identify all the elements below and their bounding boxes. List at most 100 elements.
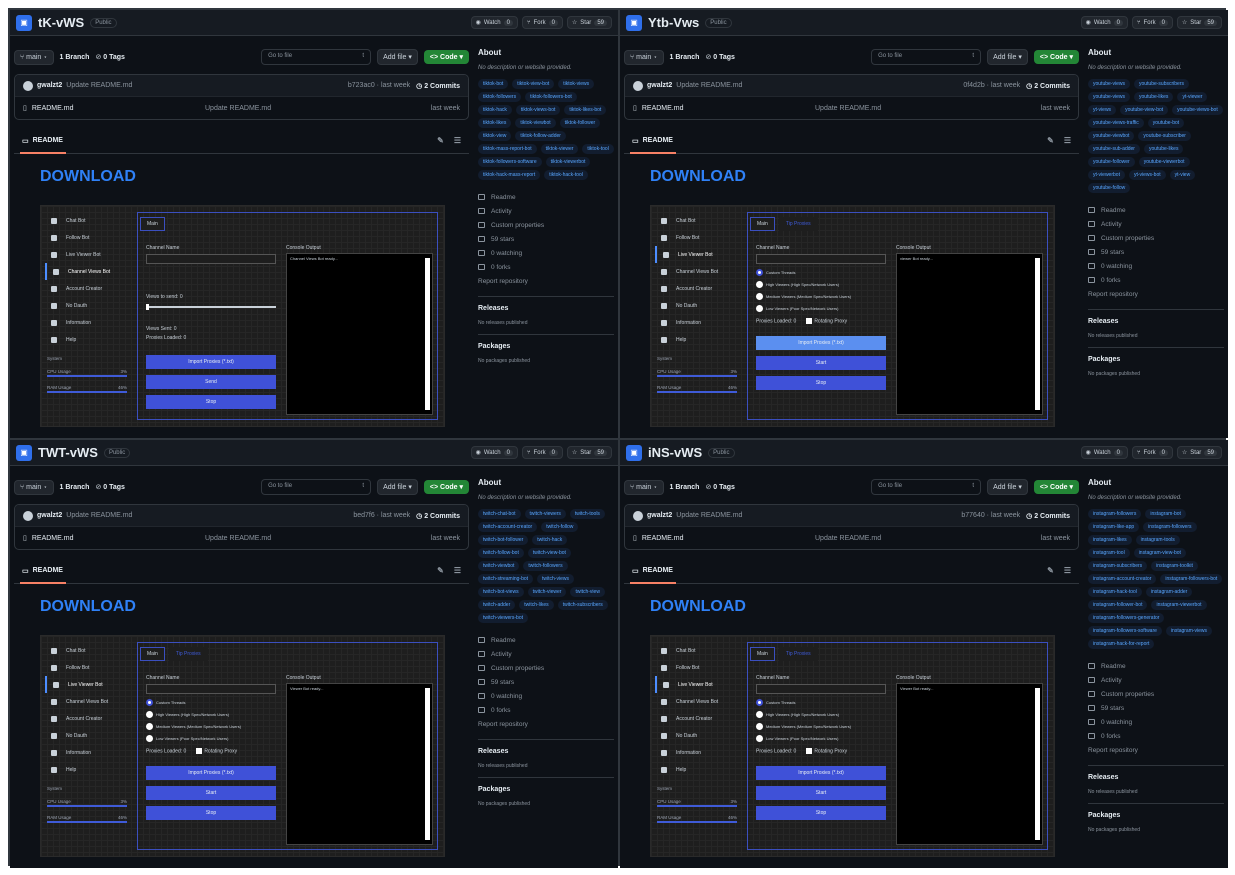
topic-tag[interactable]: tiktok-hack-mass-report	[478, 170, 541, 180]
stop-button[interactable]: Stop	[756, 376, 886, 391]
outline-icon[interactable]: ☰	[454, 566, 461, 575]
topic-tag[interactable]: instagram-subscribers	[1088, 561, 1148, 571]
topic-tag[interactable]: instagram-followers-generator	[1088, 613, 1165, 623]
radio-button[interactable]	[756, 281, 763, 288]
custom-properties-link[interactable]: Custom properties	[478, 218, 614, 232]
file-commit-message[interactable]: Update README.md	[205, 105, 271, 112]
activity-link[interactable]: Activity	[478, 647, 614, 661]
fork-button[interactable]: ⑂ Fork 0	[521, 446, 563, 459]
topic-tag[interactable]: twitch-hack	[532, 535, 568, 545]
readme-tab[interactable]: ▭ README ✎ ☰	[14, 558, 469, 584]
topic-tag[interactable]: youtube-views-traffic	[1088, 118, 1144, 128]
report-link[interactable]: Report repository	[1088, 743, 1224, 757]
tags-link[interactable]: ⊘ 0 Tags	[705, 53, 734, 61]
radio-button[interactable]	[146, 735, 153, 742]
packages-heading[interactable]: Packages	[1088, 812, 1224, 819]
topic-tag[interactable]: twitch-view	[570, 587, 605, 597]
app-nav-item[interactable]: Help	[45, 761, 131, 778]
file-name[interactable]: README.md	[32, 105, 74, 112]
topic-tag[interactable]: tiktok-views	[558, 79, 595, 89]
topic-tag[interactable]: yt-view	[1169, 170, 1196, 180]
topic-tag[interactable]: tiktok-mass-report-bot	[478, 144, 537, 154]
go-to-file-input[interactable]: Go to file t	[261, 49, 372, 65]
topic-tag[interactable]: tiktok-view-bot	[512, 79, 555, 89]
repo-name[interactable]: iNS-vWS	[648, 445, 702, 460]
thread-option[interactable]: Medium Viewers (Medium Spec/Network User…	[146, 723, 276, 730]
topic-tag[interactable]: twitch-tools	[569, 509, 605, 519]
add-file-button[interactable]: Add file ▾	[377, 479, 418, 495]
file-commit-message[interactable]: Update README.md	[815, 535, 881, 542]
topic-tag[interactable]: tiktok-views-bot	[515, 105, 561, 115]
topic-tag[interactable]: yt-views	[1088, 105, 1117, 115]
watch-button[interactable]: ◉ Watch 0	[1080, 446, 1128, 459]
tab-main[interactable]: Main	[750, 647, 775, 661]
star-button[interactable]: ☆ Star 59	[1176, 16, 1222, 29]
readme-link[interactable]: Readme	[478, 633, 614, 647]
topic-tag[interactable]: youtube-subscribers	[1133, 79, 1189, 89]
readme-tab[interactable]: ▭ README ✎ ☰	[14, 128, 469, 154]
topic-tag[interactable]: twitch-bot-views	[478, 587, 524, 597]
topic-tag[interactable]: twitch-viewers	[524, 509, 566, 519]
app-nav-item[interactable]: Account Creator	[655, 710, 741, 727]
commit-hash[interactable]: bed7f6 · last week	[353, 512, 410, 520]
topic-tag[interactable]: youtube-bot	[1147, 118, 1185, 128]
commit-hash[interactable]: b723ac0 · last week	[348, 82, 410, 90]
app-nav-item[interactable]: Help	[45, 331, 131, 348]
thread-option[interactable]: Custom Threads	[756, 699, 886, 706]
table-row[interactable]: ▯ README.md Update README.md last week	[625, 97, 1078, 119]
table-row[interactable]: ▯ README.md Update README.md last week	[15, 97, 468, 119]
channel-name-input[interactable]	[146, 684, 276, 694]
start-button[interactable]: Start	[756, 356, 886, 371]
watch-button[interactable]: ◉ Watch 0	[1080, 16, 1128, 29]
app-nav-item[interactable]: Follow Bot	[655, 659, 741, 676]
radio-button[interactable]	[756, 293, 763, 300]
commit-message[interactable]: Update README.md	[66, 512, 132, 519]
thread-option[interactable]: High Viewers (High Spec/Network Users)	[756, 711, 886, 718]
import-proxies-button[interactable]: Import Proxies (*.txt)	[756, 336, 886, 351]
file-name[interactable]: README.md	[32, 535, 74, 542]
file-commit-message[interactable]: Update README.md	[205, 535, 271, 542]
thread-option[interactable]: Low Viewers (Poor Spec/Network Users)	[756, 305, 886, 312]
code-button[interactable]: <> Code ▾	[1033, 50, 1079, 64]
app-nav-item[interactable]: Live Viewer Bot	[45, 246, 131, 263]
commit-hash[interactable]: 0f4d2b · last week	[963, 82, 1020, 90]
custom-properties-link[interactable]: Custom properties	[1088, 231, 1224, 245]
topic-tag[interactable]: instagram-account-creator	[1088, 574, 1157, 584]
branch-selector[interactable]: ⑂ main ▾	[624, 49, 664, 65]
app-nav-item[interactable]: No Dauth	[45, 727, 131, 744]
topic-tag[interactable]: instagram-hack-for-report	[1088, 639, 1155, 649]
topic-tag[interactable]: tiktok-follower	[559, 118, 601, 128]
topic-tag[interactable]: twitch-follow-bot	[478, 548, 524, 558]
topic-tag[interactable]: tiktok-likes-bot	[564, 105, 607, 115]
start-button[interactable]: Start	[756, 786, 886, 801]
app-nav-item[interactable]: Account Creator	[655, 280, 741, 297]
radio-button[interactable]	[756, 305, 763, 312]
stop-button[interactable]: Stop	[146, 806, 276, 821]
import-proxies-button[interactable]: Import Proxies (*.txt)	[146, 766, 276, 781]
stars-link[interactable]: 59 stars	[478, 675, 614, 689]
branch-selector[interactable]: ⑂ main ▾	[14, 479, 54, 495]
start-button[interactable]: Start	[146, 786, 276, 801]
topic-tag[interactable]: yt-viewer	[1177, 92, 1208, 102]
topic-tag[interactable]: instagram-bot	[1145, 509, 1186, 519]
topic-tag[interactable]: tiktok-bot	[478, 79, 509, 89]
forks-link[interactable]: 0 forks	[478, 260, 614, 274]
topic-tag[interactable]: instagram-views	[1165, 626, 1213, 636]
radio-button[interactable]	[756, 699, 763, 706]
topic-tag[interactable]: tiktok-followers	[478, 92, 522, 102]
radio-button[interactable]	[146, 723, 153, 730]
app-nav-item[interactable]: Information	[45, 744, 131, 761]
branch-selector[interactable]: ⑂ main ▾	[14, 49, 54, 65]
star-button[interactable]: ☆ Star 59	[566, 16, 612, 29]
topic-tag[interactable]: instagram-followers-bot	[1160, 574, 1223, 584]
topic-tag[interactable]: twitch-bot-follower	[478, 535, 529, 545]
custom-properties-link[interactable]: Custom properties	[478, 661, 614, 675]
topic-tag[interactable]: instagram-adder	[1145, 587, 1193, 597]
branches-link[interactable]: 1 Branch	[670, 54, 700, 61]
edit-icon[interactable]: ✎	[1047, 136, 1054, 145]
topic-tag[interactable]: instagram-follower-bot	[1088, 600, 1148, 610]
topic-tag[interactable]: youtube-likes	[1133, 92, 1174, 102]
topic-tag[interactable]: twitch-streaming-bot	[478, 574, 534, 584]
releases-heading[interactable]: Releases	[1088, 774, 1224, 781]
topic-tag[interactable]: youtube-subscriber	[1138, 131, 1191, 141]
